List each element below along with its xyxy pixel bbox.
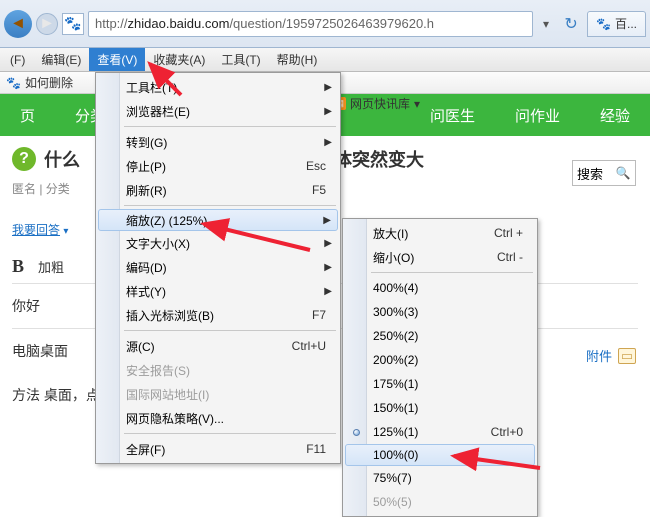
bold-label: 加粗	[38, 257, 64, 276]
zoom-150[interactable]: 150%(1)	[345, 396, 535, 420]
zoom-400[interactable]: 400%(4)	[345, 276, 535, 300]
menu-favorites[interactable]: 收藏夹(A)	[145, 48, 213, 71]
nav-home[interactable]: 页	[0, 105, 55, 126]
zoom-125[interactable]: 125%(1)Ctrl+0	[345, 420, 535, 444]
zoom-50: 50%(5)	[345, 490, 535, 514]
menu-encoding[interactable]: 编码(D)▶	[98, 255, 338, 279]
bold-icon[interactable]: B	[12, 256, 24, 277]
fav-item[interactable]: 如何删除	[25, 74, 73, 91]
menu-view[interactable]: 查看(V)	[89, 48, 145, 71]
refresh-icon[interactable]: ↻	[559, 12, 583, 36]
menu-security: 安全报告(S)	[98, 358, 338, 382]
menu-fullscreen[interactable]: 全屏(F)F11	[98, 437, 338, 461]
zoom-submenu: 放大(I)Ctrl + 缩小(O)Ctrl - 400%(4) 300%(3) …	[342, 218, 538, 517]
nav-homework[interactable]: 问作业	[495, 105, 580, 126]
zoom-in[interactable]: 放大(I)Ctrl +	[345, 221, 535, 245]
menu-file[interactable]: (F)	[2, 48, 33, 71]
paw-icon: 🐾	[6, 76, 21, 90]
question-icon: ?	[12, 147, 36, 171]
menu-source[interactable]: 源(C)Ctrl+U	[98, 334, 338, 358]
menu-tools[interactable]: 工具(T)	[213, 48, 268, 71]
url-dropdown-icon[interactable]: ▾	[537, 17, 555, 31]
nav-doctor[interactable]: 问医生	[410, 105, 495, 126]
attachment-icon: ▭	[618, 348, 636, 364]
submenu-arrow-icon: ▶	[323, 215, 331, 226]
tab-favicon-icon: 🐾	[596, 17, 611, 31]
menu-caret[interactable]: 插入光标浏览(B)F7	[98, 303, 338, 327]
chevron-down-icon: ▾	[63, 226, 68, 237]
menu-textsize[interactable]: 文字大小(X)▶	[98, 231, 338, 255]
forward-button[interactable]: ►	[36, 13, 58, 35]
radio-selected-icon	[353, 429, 360, 436]
nav-experience[interactable]: 经验	[580, 105, 650, 126]
answer-link[interactable]: 我要回答	[12, 223, 60, 237]
menu-help[interactable]: 帮助(H)	[269, 48, 326, 71]
zoom-100[interactable]: 100%(0)	[345, 444, 535, 466]
view-menu-dropdown: 工具栏(T)▶ 浏览器栏(E)▶ 转到(G)▶ 停止(P)Esc 刷新(R)F5…	[95, 72, 341, 464]
zoom-175[interactable]: 175%(1)	[345, 372, 535, 396]
menu-style[interactable]: 样式(Y)▶	[98, 279, 338, 303]
zoom-200[interactable]: 200%(2)	[345, 348, 535, 372]
menu-refresh[interactable]: 刷新(R)F5	[98, 178, 338, 202]
zoom-75[interactable]: 75%(7)	[345, 466, 535, 490]
menu-stop[interactable]: 停止(P)Esc	[98, 154, 338, 178]
back-button[interactable]: ◄	[4, 10, 32, 38]
submenu-arrow-icon: ▶	[324, 137, 332, 148]
menu-goto[interactable]: 转到(G)▶	[98, 130, 338, 154]
submenu-arrow-icon: ▶	[324, 106, 332, 117]
chevron-down-icon: ▾	[414, 97, 420, 111]
menu-edit[interactable]: 编辑(E)	[33, 48, 89, 71]
menu-zoom[interactable]: 缩放(Z) (125%)▶	[98, 209, 338, 231]
submenu-arrow-icon: ▶	[324, 262, 332, 273]
submenu-arrow-icon: ▶	[324, 238, 332, 249]
browser-tab[interactable]: 🐾 百...	[587, 11, 646, 37]
url-path: /question/1959725026463979620.h	[229, 16, 434, 31]
attachment-link[interactable]: 附件 ▭	[586, 346, 636, 365]
submenu-arrow-icon: ▶	[324, 286, 332, 297]
address-bar[interactable]: http://zhidao.baidu.com/question/1959725…	[88, 11, 533, 37]
menu-explorer-bar[interactable]: 浏览器栏(E)▶	[98, 99, 338, 123]
site-icon: 🐾	[62, 13, 84, 35]
zoom-300[interactable]: 300%(3)	[345, 300, 535, 324]
zoom-250[interactable]: 250%(2)	[345, 324, 535, 348]
menu-toolbar[interactable]: 工具栏(T)▶	[98, 75, 338, 99]
browser-titlebar: ◄ ► 🐾 http://zhidao.baidu.com/question/1…	[0, 0, 650, 48]
question-title-suffix: 体突然变大	[334, 146, 424, 172]
question-title-prefix: 什么	[44, 146, 80, 172]
url-host: zhidao.baidu.com	[128, 16, 230, 31]
menu-intl: 国际网站地址(I)	[98, 382, 338, 406]
zoom-out[interactable]: 缩小(O)Ctrl -	[345, 245, 535, 269]
menu-privacy[interactable]: 网页隐私策略(V)...	[98, 406, 338, 430]
submenu-arrow-icon: ▶	[324, 82, 332, 93]
tab-label: 百...	[615, 15, 637, 32]
url-prefix: http://	[95, 16, 128, 31]
quick-library[interactable]: ▤ 网页快讯库 ▾	[333, 95, 420, 112]
menu-bar: (F) 编辑(E) 查看(V) 收藏夹(A) 工具(T) 帮助(H)	[0, 48, 650, 72]
